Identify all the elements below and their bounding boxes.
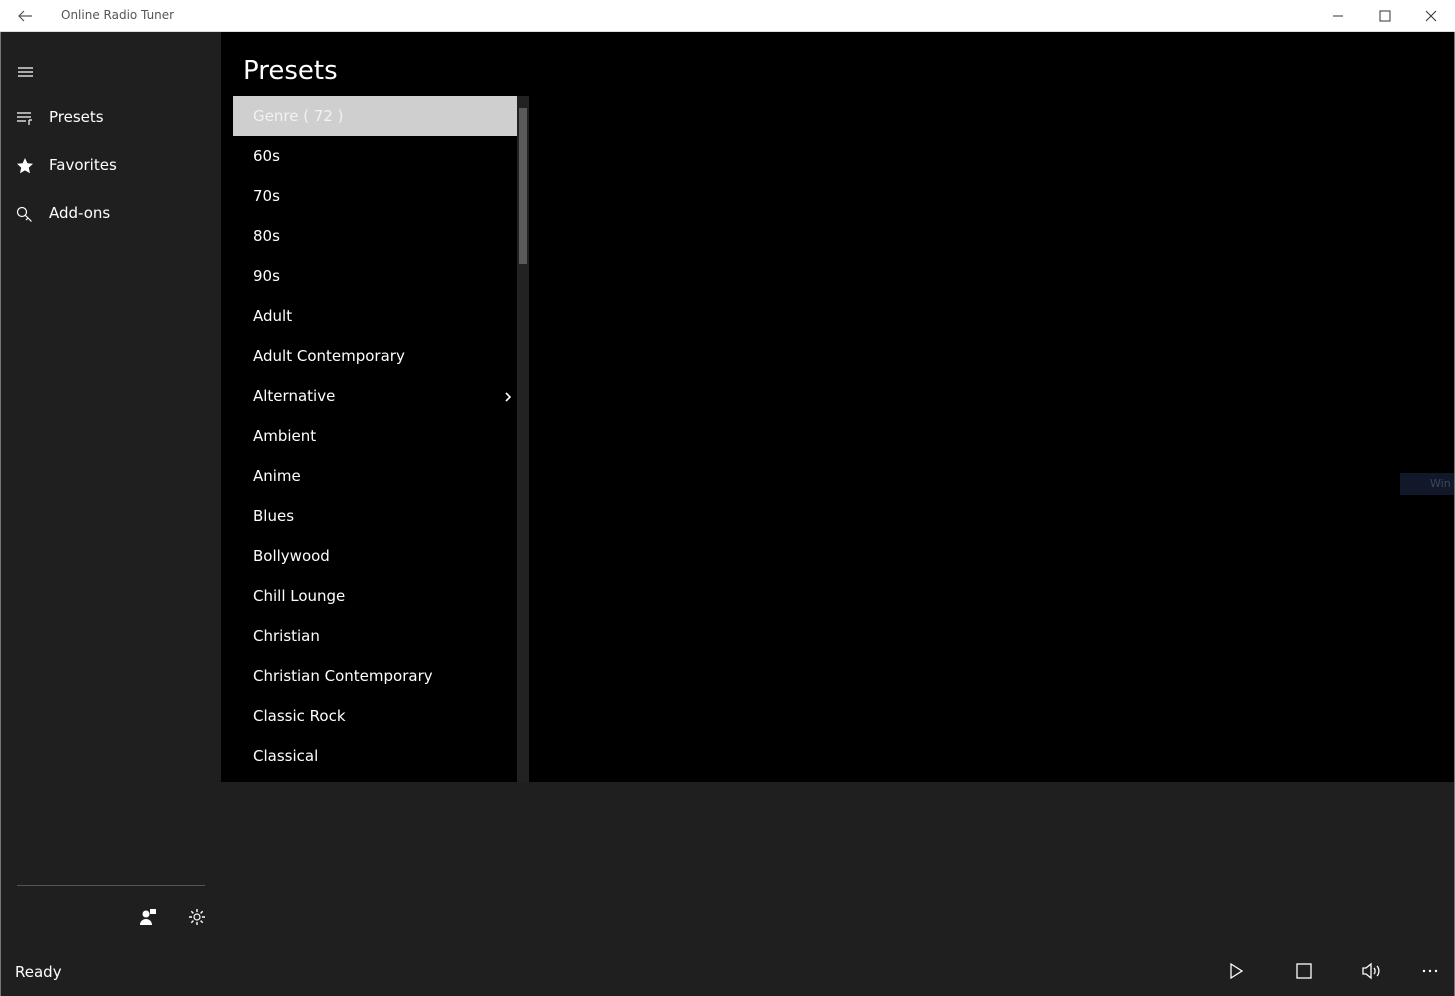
chevron-right-icon — [503, 389, 513, 402]
list-item[interactable]: Bollywood — [233, 536, 517, 576]
list-item-label: Ambient — [253, 427, 317, 445]
close-button[interactable] — [1408, 0, 1454, 31]
play-icon — [1230, 962, 1244, 980]
list-item-label: 80s — [253, 227, 280, 245]
genre-list: Genre ( 72 ) 60s 70s 80s 90s Adult Adult… — [233, 96, 517, 782]
hamburger-menu-icon[interactable] — [17, 64, 35, 78]
minimize-button[interactable] — [1315, 0, 1361, 31]
list-item[interactable]: Adult — [233, 296, 517, 336]
volume-icon — [1362, 962, 1380, 980]
list-item-label: Classical — [253, 747, 319, 765]
list-item[interactable]: Adult Contemporary — [233, 336, 517, 376]
list-item-label: Classic Rock — [253, 707, 346, 725]
status-text: Ready — [15, 963, 62, 981]
window-title: Online Radio Tuner — [61, 8, 175, 22]
nav-item-label: Presets — [49, 108, 104, 126]
list-item-label: Adult Contemporary — [253, 347, 405, 365]
stop-button[interactable] — [1289, 956, 1319, 986]
bottom-panel — [221, 782, 1454, 956]
list-item[interactable]: Ambient — [233, 416, 517, 456]
scroll-down-arrow-icon[interactable] — [519, 774, 527, 788]
list-scrollbar[interactable] — [517, 96, 529, 788]
account-icon[interactable] — [139, 907, 159, 927]
list-item[interactable]: Blues — [233, 496, 517, 536]
nav-item-label: Favorites — [49, 156, 117, 174]
more-ellipsis-icon — [1422, 969, 1438, 973]
list-item[interactable]: Christian Contemporary — [233, 656, 517, 696]
nav-item-label: Add-ons — [49, 204, 111, 222]
close-icon — [1425, 10, 1437, 21]
list-item-label: 70s — [253, 187, 280, 205]
scroll-up-arrow-icon[interactable] — [519, 98, 527, 113]
list-item-label: 90s — [253, 267, 280, 285]
list-item-label: Adult — [253, 307, 293, 325]
title-bar: Online Radio Tuner — [0, 0, 1455, 32]
list-item[interactable]: Classic Rock — [233, 696, 517, 736]
maximize-button[interactable] — [1362, 0, 1408, 31]
list-item-label: Genre ( 72 ) — [253, 107, 344, 125]
main-content: Presets Genre ( 72 ) 60s 70s 80s 90s Adu… — [221, 32, 1454, 788]
list-item[interactable]: 70s — [233, 176, 517, 216]
nav-item-presets[interactable]: Presets — [1, 98, 221, 138]
list-item[interactable]: Classical — [233, 736, 517, 776]
list-item[interactable]: Anime — [233, 456, 517, 496]
more-options-button[interactable] — [1415, 956, 1445, 986]
minimize-icon — [1333, 15, 1343, 16]
list-item-label: Christian Contemporary — [253, 667, 433, 685]
volume-button[interactable] — [1357, 956, 1387, 986]
star-icon — [15, 157, 35, 175]
nav-item-favorites[interactable]: Favorites — [1, 146, 221, 186]
page-title: Presets — [243, 56, 338, 86]
maximize-icon — [1379, 10, 1391, 21]
back-arrow-icon[interactable] — [16, 7, 34, 25]
list-item[interactable]: 80s — [233, 216, 517, 256]
list-item[interactable]: 60s — [233, 136, 517, 176]
sidebar-divider — [17, 885, 205, 886]
list-item-label: Chill Lounge — [253, 587, 346, 605]
nav-item-add-ons[interactable]: Add-ons — [1, 194, 221, 234]
list-item-label: 60s — [253, 147, 280, 165]
presets-list-icon — [15, 109, 35, 127]
gear-icon[interactable] — [187, 907, 207, 927]
sidebar: Presets Favorites Add-ons — [1, 32, 221, 956]
list-item[interactable]: Alternative — [233, 376, 517, 416]
list-item-label: Blues — [253, 507, 295, 525]
list-item[interactable]: Genre ( 72 ) — [233, 96, 517, 136]
activation-watermark: Win — [1400, 473, 1454, 495]
player-bar: Ready — [1, 946, 1454, 996]
list-item-label: Christian — [253, 627, 320, 645]
list-item[interactable]: Chill Lounge — [233, 576, 517, 616]
stop-icon — [1296, 963, 1312, 979]
list-item-label: Bollywood — [253, 547, 330, 565]
list-item-label: Alternative — [253, 387, 336, 405]
list-item[interactable]: Christian — [233, 616, 517, 656]
list-item-label: Anime — [253, 467, 301, 485]
play-button[interactable] — [1221, 956, 1251, 986]
scrollbar-thumb[interactable] — [519, 108, 527, 264]
list-item[interactable]: 90s — [233, 256, 517, 296]
add-ons-icon — [15, 205, 35, 223]
